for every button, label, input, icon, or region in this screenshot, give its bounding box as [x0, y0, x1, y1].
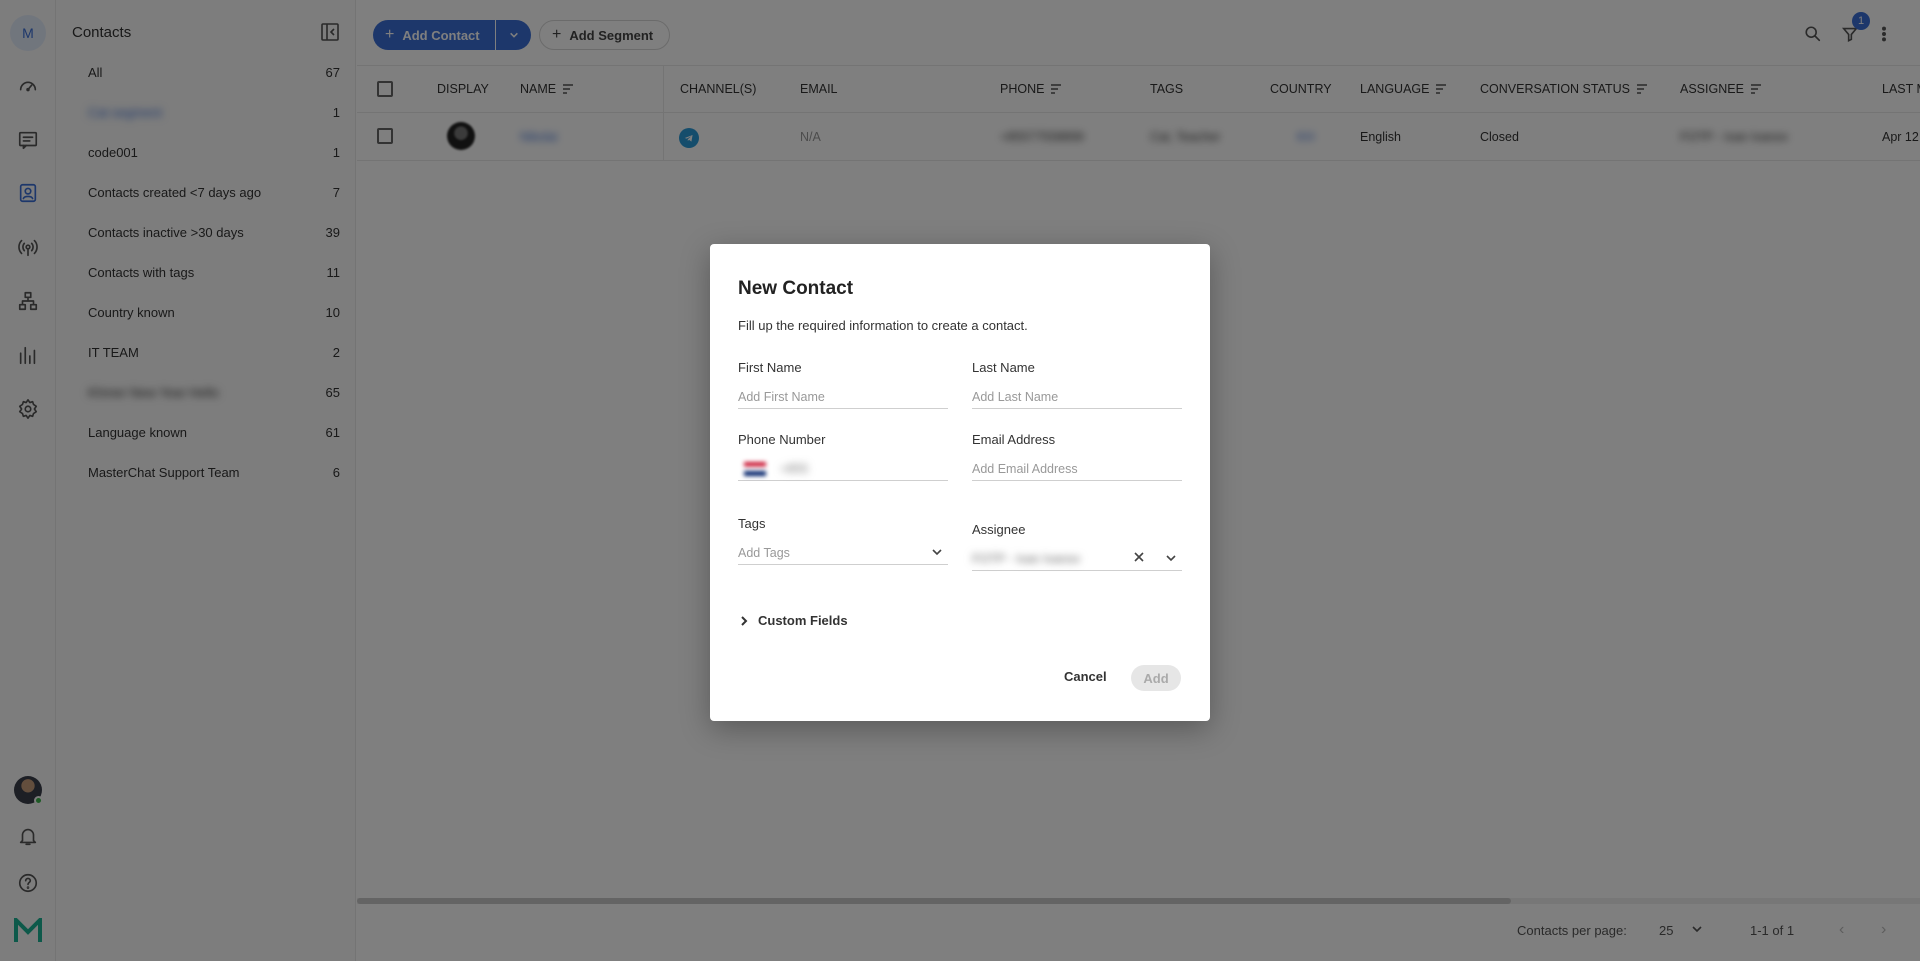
email-input[interactable]: Add Email Address	[972, 457, 1182, 481]
last-name-field: Last Name Add Last Name	[972, 360, 1182, 409]
phone-number-label: Phone Number	[738, 432, 826, 447]
cancel-button[interactable]: Cancel	[1064, 669, 1107, 684]
email-label: Email Address	[972, 432, 1056, 447]
tags-select[interactable]: Add Tags	[738, 541, 948, 565]
first-name-label: First Name	[738, 360, 802, 375]
assignee-select[interactable]: FOTP - Ivan Ivanov	[972, 547, 1182, 571]
chevron-down-icon[interactable]	[1164, 551, 1178, 565]
new-contact-dialog: New Contact Fill up the required informa…	[710, 244, 1210, 721]
dialog-title: New Contact	[738, 278, 854, 299]
last-name-label: Last Name	[972, 360, 1035, 375]
country-flag-select[interactable]	[744, 461, 766, 476]
tags-label: Tags	[738, 516, 766, 531]
phone-number-input[interactable]: +855	[738, 457, 948, 481]
first-name-field: First Name Add First Name	[738, 360, 948, 409]
clear-icon[interactable]	[1132, 550, 1146, 564]
phone-number-field: Phone Number +855	[738, 432, 948, 481]
first-name-input[interactable]: Add First Name	[738, 385, 948, 409]
custom-fields-toggle[interactable]: Custom Fields	[738, 613, 848, 628]
chevron-right-icon	[741, 615, 748, 626]
tags-field: Tags Add Tags	[738, 516, 948, 565]
phone-prefix: +855	[780, 461, 809, 476]
add-button[interactable]: Add	[1131, 665, 1181, 691]
assignee-label: Assignee	[972, 522, 1026, 537]
last-name-input[interactable]: Add Last Name	[972, 385, 1182, 409]
assignee-field: Assignee FOTP - Ivan Ivanov	[972, 522, 1182, 571]
dialog-subtitle: Fill up the required information to crea…	[738, 318, 1028, 333]
modal-backdrop[interactable]: New Contact Fill up the required informa…	[0, 0, 1920, 961]
chevron-down-icon[interactable]	[930, 545, 944, 559]
email-field: Email Address Add Email Address	[972, 432, 1182, 481]
